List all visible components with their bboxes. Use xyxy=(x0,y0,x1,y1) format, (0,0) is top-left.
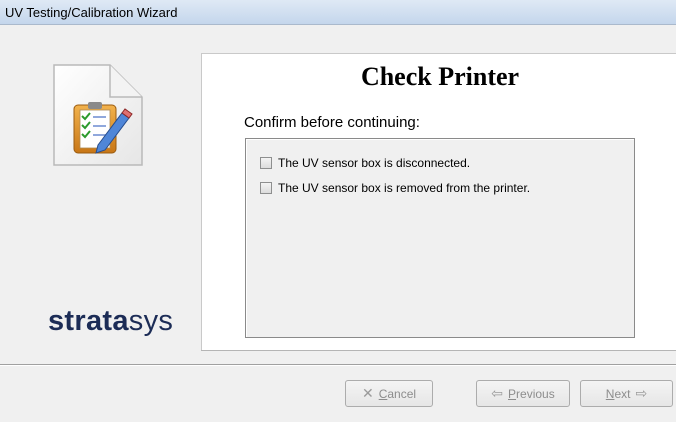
checkbox-label: The UV sensor box is removed from the pr… xyxy=(278,181,531,195)
checkbox[interactable] xyxy=(260,157,272,169)
next-arrow-icon: ⇨ xyxy=(635,385,648,401)
page-title: Check Printer xyxy=(360,62,520,91)
instruction-label: Confirm before continuing: xyxy=(244,114,420,131)
content-divider xyxy=(201,350,676,351)
wizard-content-panel: Check Printer Confirm before continuing:… xyxy=(201,53,676,350)
button-bar-separator-highlight xyxy=(0,365,676,366)
previous-arrow-icon: ⇦ xyxy=(491,385,504,401)
next-button[interactable]: Next ⇨ xyxy=(580,380,673,407)
cancel-button[interactable]: ✕ Cancel xyxy=(345,380,433,407)
cancel-icon: ✕ xyxy=(361,385,374,401)
checkbox-label: The UV sensor box is disconnected. xyxy=(278,156,471,170)
checklist-item-disconnected[interactable]: The UV sensor box is disconnected. xyxy=(260,155,470,171)
checkbox[interactable] xyxy=(260,182,272,194)
checklist-group: The UV sensor box is disconnected. The U… xyxy=(245,138,635,338)
previous-button[interactable]: ⇦ Previous xyxy=(476,380,570,407)
checklist-item-removed[interactable]: The UV sensor box is removed from the pr… xyxy=(260,180,530,196)
stratasys-logo: stratasys xyxy=(48,305,174,337)
wizard-side-panel: stratasys xyxy=(0,25,200,345)
window-title: UV Testing/Calibration Wizard xyxy=(5,5,178,20)
document-checklist-icon xyxy=(53,64,143,166)
window-titlebar: UV Testing/Calibration Wizard xyxy=(0,0,676,25)
